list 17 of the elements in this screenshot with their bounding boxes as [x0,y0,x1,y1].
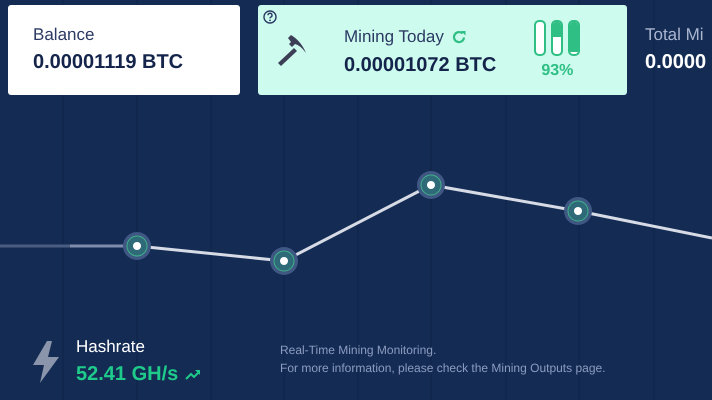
card-label: Total Mi [645,25,705,45]
help-icon[interactable] [263,10,277,24]
trend-up-icon [185,368,202,380]
info-text: Real-Time Mining Monitoring. [280,343,438,357]
hashrate-value: 52.41 GH/s [76,363,178,386]
card-value: 0.0000 [645,51,706,74]
hashrate-label: Hashrate [76,337,146,357]
meter-bar [568,20,580,56]
meter-reading: 93% [541,62,574,80]
card-label: Mining Today [344,27,444,47]
meter-bar [534,20,546,56]
meter-bar [551,20,564,56]
info-text: For more information, please check the Mining Outputs page. [280,361,606,375]
card-value: 0.00001119 BTC [33,51,184,74]
card-value: 0.00001072 BTC [344,54,496,77]
lightning-icon [33,341,59,383]
card-label: Balance [33,25,96,45]
